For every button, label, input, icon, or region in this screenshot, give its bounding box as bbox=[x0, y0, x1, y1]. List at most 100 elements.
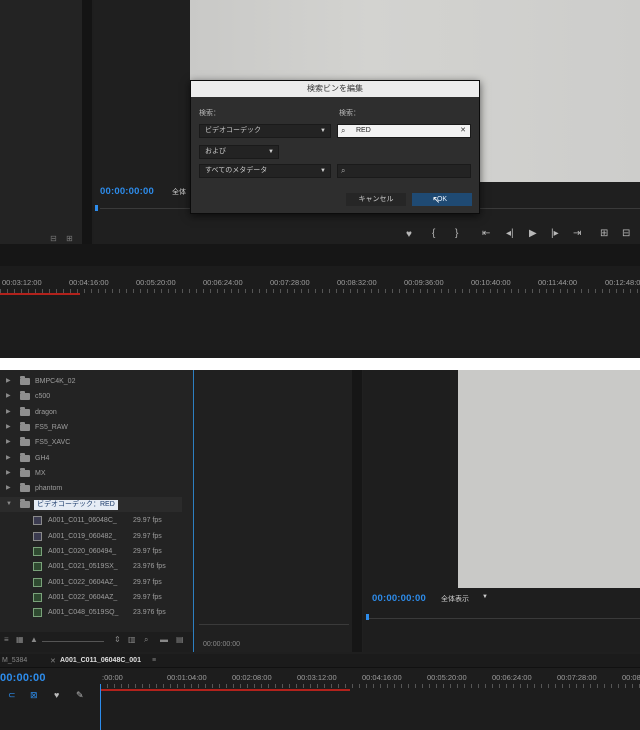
new-bin-icon[interactable]: ▬ bbox=[160, 635, 168, 644]
clip-item[interactable]: A001_C022_0604AZ_ 29.97 fps bbox=[0, 590, 182, 605]
linked-selection-icon[interactable]: ⊠ bbox=[30, 690, 38, 701]
work-area-bar[interactable] bbox=[0, 293, 80, 295]
expand-triangle-icon[interactable]: ▶ bbox=[6, 481, 11, 496]
operator-dropdown[interactable]: および ▼ bbox=[199, 145, 279, 159]
top-screenshot: ⊟ ⊞ 00:00:00:00 全体 ♥ { } ⇤ ◂| ▶ |▸ ⇥ ⊞ ⊟… bbox=[0, 0, 640, 358]
search-field-dropdown-2[interactable]: すべてのメタデータ ▼ bbox=[199, 164, 331, 178]
search-label-left: 検索： bbox=[199, 110, 220, 117]
chevron-down-icon: ▼ bbox=[268, 149, 274, 155]
monitor-timecode[interactable]: 00:00:00:00 bbox=[100, 186, 154, 197]
marker-icon[interactable]: ♥ bbox=[406, 229, 412, 240]
playhead-marker[interactable] bbox=[366, 614, 369, 620]
zoom-icon[interactable]: ▲ bbox=[30, 635, 38, 644]
snap-icon[interactable]: ⊂ bbox=[8, 690, 16, 701]
play-icon[interactable]: ▶ bbox=[529, 228, 537, 239]
clip-item[interactable]: A001_C022_0604AZ_ 29.97 fps bbox=[0, 575, 182, 590]
chevron-down-icon[interactable]: ▼ bbox=[482, 594, 488, 600]
clip-item[interactable]: A001_C021_0519SX_ 23.976 fps bbox=[0, 559, 182, 574]
search-input-1[interactable]: ⌕ RED ✕ bbox=[337, 124, 471, 138]
icon-view-icon[interactable]: ▦ bbox=[16, 635, 24, 644]
tab-sequence-left[interactable]: M_5384 bbox=[2, 657, 27, 664]
panel-divider[interactable] bbox=[82, 0, 92, 244]
timeline-timecode[interactable]: 00:00:00 bbox=[0, 672, 46, 684]
tab-active-sequence[interactable]: A001_C011_06048C_001 bbox=[60, 657, 141, 664]
step-forward-icon[interactable]: |▸ bbox=[551, 228, 559, 239]
work-area-bar[interactable] bbox=[100, 689, 350, 691]
sequence-icon bbox=[33, 562, 42, 572]
out-point-icon[interactable]: } bbox=[455, 228, 458, 239]
playhead-marker[interactable] bbox=[95, 205, 98, 211]
ruler-label: 00:02:08:00 bbox=[232, 673, 272, 682]
dialog-title: 検索ビンを編集 bbox=[191, 81, 479, 97]
expand-triangle-icon[interactable]: ▶ bbox=[6, 466, 11, 481]
source-scrubber[interactable] bbox=[199, 624, 349, 625]
fit-dropdown[interactable]: 全体表示 bbox=[441, 594, 469, 604]
tab-menu-icon[interactable]: ≡ bbox=[152, 657, 156, 664]
bin-name: GH4 bbox=[35, 454, 50, 462]
bin-item[interactable]: ▶ BMPC4K_02 bbox=[0, 374, 182, 389]
monitor-scrubber[interactable] bbox=[367, 618, 640, 619]
ruler-label: 00:04:16:00 bbox=[69, 278, 109, 287]
automate-icon[interactable]: ▥ bbox=[128, 635, 136, 644]
ruler-label: 00:12:48:0 bbox=[605, 278, 640, 287]
new-item-icon[interactable]: ▤ bbox=[176, 635, 184, 644]
ruler-label: 00:10:40:00 bbox=[471, 278, 511, 287]
go-to-out-icon[interactable]: ⇥ bbox=[573, 228, 581, 239]
bin-item[interactable]: ▶ phantom bbox=[0, 481, 182, 496]
fit-label[interactable]: 全体 bbox=[172, 187, 186, 197]
clip-icon bbox=[33, 516, 42, 526]
clear-icon[interactable]: ✕ bbox=[460, 125, 466, 137]
bin-item[interactable]: ▶ MX bbox=[0, 466, 182, 481]
in-point-icon[interactable]: { bbox=[432, 228, 435, 239]
project-footer: ≡ ▦ ▲ ⇕ ▥ ⌕ ▬ ▤ bbox=[0, 632, 193, 652]
wrench-icon[interactable]: ✎ bbox=[76, 690, 84, 701]
ok-button[interactable]: OK bbox=[412, 193, 472, 206]
search-label-right: 検索： bbox=[339, 110, 360, 117]
bottom-screenshot: ▶ BMPC4K_02 ▶ c500 ▶ dragon ▶ FS5_RAW ▶ FS5_XAVC ▶… bbox=[0, 370, 640, 730]
find-icon[interactable]: ⌕ bbox=[144, 635, 148, 645]
clip-fps: 23.976 fps bbox=[133, 563, 166, 571]
clip-item[interactable]: A001_C048_0519SQ_ 23.976 fps bbox=[0, 605, 182, 620]
go-to-in-icon[interactable]: ⇤ bbox=[482, 228, 490, 239]
insert-icon[interactable]: ⊞ bbox=[600, 228, 608, 239]
ruler-label: 00:06:24:00 bbox=[492, 673, 532, 682]
zoom-slider[interactable] bbox=[42, 641, 104, 642]
bin-item[interactable]: ▶ FS5_RAW bbox=[0, 420, 182, 435]
expand-triangle-icon[interactable]: ▶ bbox=[6, 451, 11, 466]
clip-item[interactable]: A001_C011_06048C_ 29.97 fps bbox=[0, 513, 182, 528]
list-view-icon[interactable]: ≡ bbox=[4, 635, 9, 644]
cancel-button[interactable]: キャンセル bbox=[346, 193, 406, 206]
bin-item[interactable]: ▶ GH4 bbox=[0, 451, 182, 466]
new-bin-icon[interactable]: ⊞ bbox=[66, 234, 73, 243]
expand-triangle-icon[interactable]: ▶ bbox=[6, 405, 11, 420]
close-icon[interactable]: ✕ bbox=[50, 657, 56, 665]
panel-divider[interactable] bbox=[352, 370, 362, 652]
bin-item[interactable]: ▶ c500 bbox=[0, 389, 182, 404]
expand-triangle-icon[interactable]: ▶ bbox=[6, 374, 11, 389]
dropdown-1-value: ビデオコーデック bbox=[205, 127, 261, 134]
ruler-label: 00:03:12:00 bbox=[2, 278, 42, 287]
clip-item[interactable]: A001_C020_060494_ 29.97 fps bbox=[0, 544, 182, 559]
clip-fps: 29.97 fps bbox=[133, 578, 162, 586]
search-bin-item[interactable]: ▼ ビデオコーデック：RED bbox=[0, 497, 182, 513]
overwrite-icon[interactable]: ⊟ bbox=[622, 228, 630, 239]
clip-item[interactable]: A001_C019_060482_ 29.97 fps bbox=[0, 529, 182, 544]
source-timecode[interactable]: 00:00:00:00 bbox=[203, 641, 240, 648]
collapse-triangle-icon[interactable]: ▼ bbox=[6, 497, 12, 512]
expand-triangle-icon[interactable]: ▶ bbox=[6, 420, 11, 435]
clip-fps: 29.97 fps bbox=[133, 593, 162, 601]
sort-icon[interactable]: ⇕ bbox=[114, 635, 121, 644]
bin-item[interactable]: ▶ dragon bbox=[0, 405, 182, 420]
playhead-line[interactable] bbox=[100, 684, 101, 730]
expand-triangle-icon[interactable]: ▶ bbox=[6, 435, 11, 450]
search-input-2[interactable]: ⌕ bbox=[337, 164, 471, 178]
expand-triangle-icon[interactable]: ▶ bbox=[6, 389, 11, 404]
list-view-icon[interactable]: ⊟ bbox=[50, 234, 57, 243]
step-back-icon[interactable]: ◂| bbox=[506, 228, 514, 239]
search-field-dropdown-1[interactable]: ビデオコーデック ▼ bbox=[199, 124, 331, 138]
clip-fps: 29.97 fps bbox=[133, 517, 162, 525]
search-bin-icon bbox=[20, 499, 30, 509]
monitor-timecode[interactable]: 00:00:00:00 bbox=[372, 593, 426, 604]
bin-item[interactable]: ▶ FS5_XAVC bbox=[0, 435, 182, 450]
add-marker-icon[interactable]: ♥ bbox=[54, 690, 59, 700]
